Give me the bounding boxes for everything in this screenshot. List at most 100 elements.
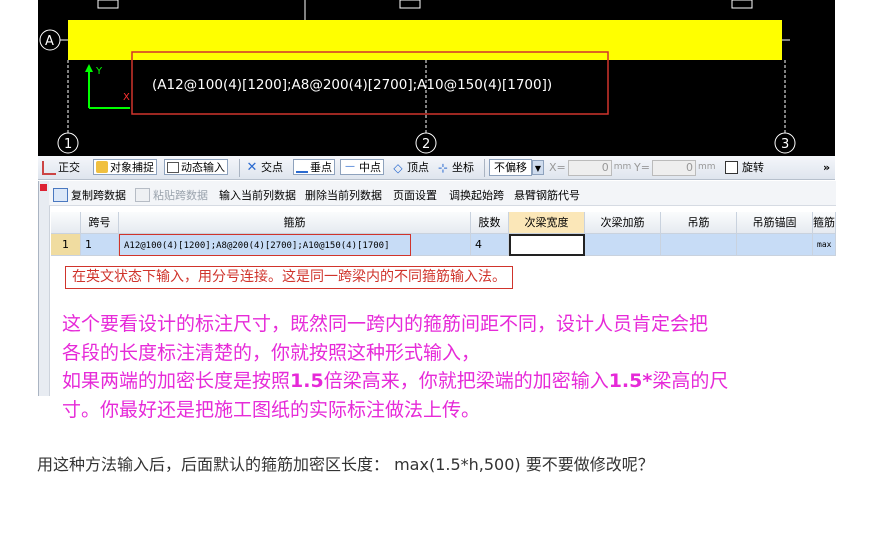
x-coord-label: X=	[549, 161, 566, 174]
overlay-line-4: 寸。你最好还是把施工图纸的实际标注做法上传。	[62, 398, 481, 421]
input-column-button[interactable]: 输入当前列数据	[219, 187, 296, 203]
vertex-icon: ◇	[393, 160, 403, 175]
vertex-label: 顶点	[407, 161, 429, 174]
header-cell-legs[interactable]: 肢数	[471, 212, 509, 234]
panel-gutter	[39, 181, 50, 396]
stirrup-extra-cell[interactable]: max	[813, 234, 836, 256]
beam[interactable]	[68, 20, 782, 60]
rotate-checkbox-box[interactable]	[725, 161, 738, 174]
copy-span-button[interactable]: 复制跨数据	[53, 187, 126, 203]
snap-vertex[interactable]: ◇ 顶点	[391, 159, 429, 176]
perpendicular-icon	[296, 161, 308, 173]
ucs-y-label: Y	[95, 66, 103, 77]
perpendicular-label: 垂点	[310, 160, 332, 174]
row-index-cell[interactable]: 1	[51, 234, 81, 256]
snap-icon	[96, 161, 108, 173]
toolbar-overflow-button[interactable]: »	[823, 159, 830, 176]
y-coord-field[interactable]: Y= 0 mm	[634, 159, 715, 176]
dynamic-input-toggle[interactable]: 动态输入	[164, 159, 228, 175]
header-cell-secondary-beam-width[interactable]: 次梁宽度	[509, 212, 585, 234]
cantilever-code-button[interactable]: 悬臂钢筋代号	[514, 187, 580, 203]
copy-span-label: 复制跨数据	[71, 189, 126, 202]
header-cell-hanger-anchorage[interactable]: 吊筋锚固	[737, 212, 813, 234]
table-header-row: 跨号 箍筋 肢数 次梁宽度 次梁加筋 吊筋 吊筋锚固 箍筋	[51, 212, 836, 234]
secondary-beam-width-cell[interactable]	[509, 234, 585, 256]
paste-icon	[135, 188, 150, 202]
overlay-line-2: 各段的长度标注清楚的，你就按照这种形式输入，	[62, 341, 481, 364]
coordinate-label: 坐标	[452, 161, 474, 174]
x-coord-field[interactable]: X= 0 mm	[549, 159, 631, 176]
ortho-icon	[42, 160, 56, 175]
header-cell-stirrup-extra[interactable]: 箍筋	[813, 212, 836, 234]
stirrup-cell[interactable]: A12@100(4)[1200];A8@200(4)[2700];A10@150…	[119, 234, 411, 256]
offset-select-value: 不偏移	[489, 159, 532, 176]
stirrup-annotation[interactable]: (A12@100(4)[1200];A8@200(4)[2700];A10@15…	[152, 77, 552, 93]
dynamic-input-label: 动态输入	[181, 160, 225, 174]
span-no-cell[interactable]: 1	[81, 234, 119, 256]
y-unit: mm	[697, 162, 716, 172]
close-icon[interactable]	[40, 184, 47, 191]
intersection-icon: ✕	[246, 159, 258, 175]
secondary-beam-rebar-cell[interactable]	[585, 234, 661, 256]
midpoint-label: 中点	[359, 160, 381, 174]
y-coord-value: 0	[651, 159, 696, 176]
header-cell-secondary-beam-rebar[interactable]: 次梁加筋	[585, 212, 661, 234]
coordinate-icon: ⊹	[437, 160, 449, 175]
ucs-y-arrow	[85, 64, 93, 72]
swap-start-span-button[interactable]: 调换起始跨	[449, 187, 504, 203]
column-stub	[399, 0, 421, 9]
paste-span-label: 粘贴跨数据	[153, 189, 208, 202]
column-stub	[97, 0, 119, 9]
toolbar-separator	[239, 159, 240, 177]
overlay-text: 倍梁高来，你就把梁端的加密输入	[323, 370, 609, 392]
offset-select[interactable]: 不偏移 ▼	[489, 159, 544, 176]
overlay-bold: 1.5	[290, 370, 324, 392]
header-cell-hanger[interactable]: 吊筋	[661, 212, 737, 234]
overlay-bold: 1.5*	[608, 370, 653, 392]
x-coord-value: 0	[567, 159, 612, 176]
ortho-label: 正交	[58, 161, 80, 174]
overlay-line-3: 如果两端的加密长度是按照1.5倍梁高来，你就把梁端的加密输入1.5*梁高的尺	[62, 367, 882, 396]
chevron-down-icon: ▼	[532, 160, 544, 175]
header-cell-span-no[interactable]: 跨号	[81, 212, 119, 234]
cad-viewport[interactable]: A 1 2 3 Y X (A12@100(4)[1200];A8@200(4)[…	[38, 0, 835, 156]
toolbar-separator	[484, 159, 485, 177]
object-snap-toggle[interactable]: 对象捕捉	[93, 159, 157, 175]
header-cell-stirrup[interactable]: 箍筋	[119, 212, 471, 234]
question-text: 用这种方法输入后，后面默认的箍筋加密区长度： max(1.5*h,500) 要不…	[37, 455, 654, 474]
snap-perpendicular[interactable]: 垂点	[293, 159, 335, 175]
header-cell-index	[51, 212, 81, 234]
column-stub	[731, 0, 753, 9]
legs-cell[interactable]: 4	[471, 234, 509, 256]
copy-icon	[53, 188, 68, 202]
overlay-text: 梁高的尺	[652, 370, 729, 392]
ortho-toggle[interactable]: 正交	[42, 159, 80, 176]
intersection-label: 交点	[261, 161, 283, 174]
overlay-line-1: 这个要看设计的标注尺寸，既然同一跨内的箍筋间距不同，设计人员肯定会把	[62, 313, 709, 335]
snap-toolbar: 正交 对象捕捉 动态输入 ✕ 交点 垂点 — 中点 ◇ 顶点 ⊹ 坐标 不偏移 …	[38, 156, 835, 180]
dynamic-input-icon	[167, 161, 179, 173]
axis-label-a: A	[45, 34, 54, 49]
snap-intersection[interactable]: ✕ 交点	[245, 159, 283, 176]
rotate-label: 旋转	[742, 161, 764, 174]
delete-column-button[interactable]: 删除当前列数据	[305, 187, 382, 203]
x-unit: mm	[613, 162, 632, 172]
hanger-cell[interactable]	[661, 234, 737, 256]
y-coord-label: Y=	[634, 161, 650, 174]
input-note: 在英文状态下输入，用分号连接。这是同一跨梁内的不同箍筋输入法。	[65, 266, 513, 289]
object-snap-label: 对象捕捉	[110, 160, 154, 174]
panel-toolbar: 复制跨数据 粘贴跨数据 输入当前列数据 删除当前列数据 页面设置 调换起始跨 悬…	[49, 181, 836, 206]
hanger-anchorage-cell[interactable]	[737, 234, 813, 256]
paste-span-button[interactable]: 粘贴跨数据	[135, 187, 208, 203]
cad-drawing: A 1 2 3 Y X (A12@100(4)[1200];A8@200(4)[…	[39, 0, 796, 154]
rotate-checkbox[interactable]: 旋转	[725, 159, 764, 176]
ucs-x-label: X	[123, 92, 130, 103]
axis-label-2: 2	[422, 137, 430, 152]
table-row[interactable]: 1 1 A12@100(4)[1200];A8@200(4)[2700];A10…	[51, 234, 836, 256]
axis-label-1: 1	[64, 137, 72, 152]
overlay-text: 如果两端的加密长度是按照	[62, 370, 291, 392]
midpoint-icon: —	[345, 161, 355, 172]
page-setup-button[interactable]: 页面设置	[393, 187, 437, 203]
snap-midpoint[interactable]: — 中点	[340, 159, 384, 175]
snap-coordinate[interactable]: ⊹ 坐标	[436, 159, 474, 176]
